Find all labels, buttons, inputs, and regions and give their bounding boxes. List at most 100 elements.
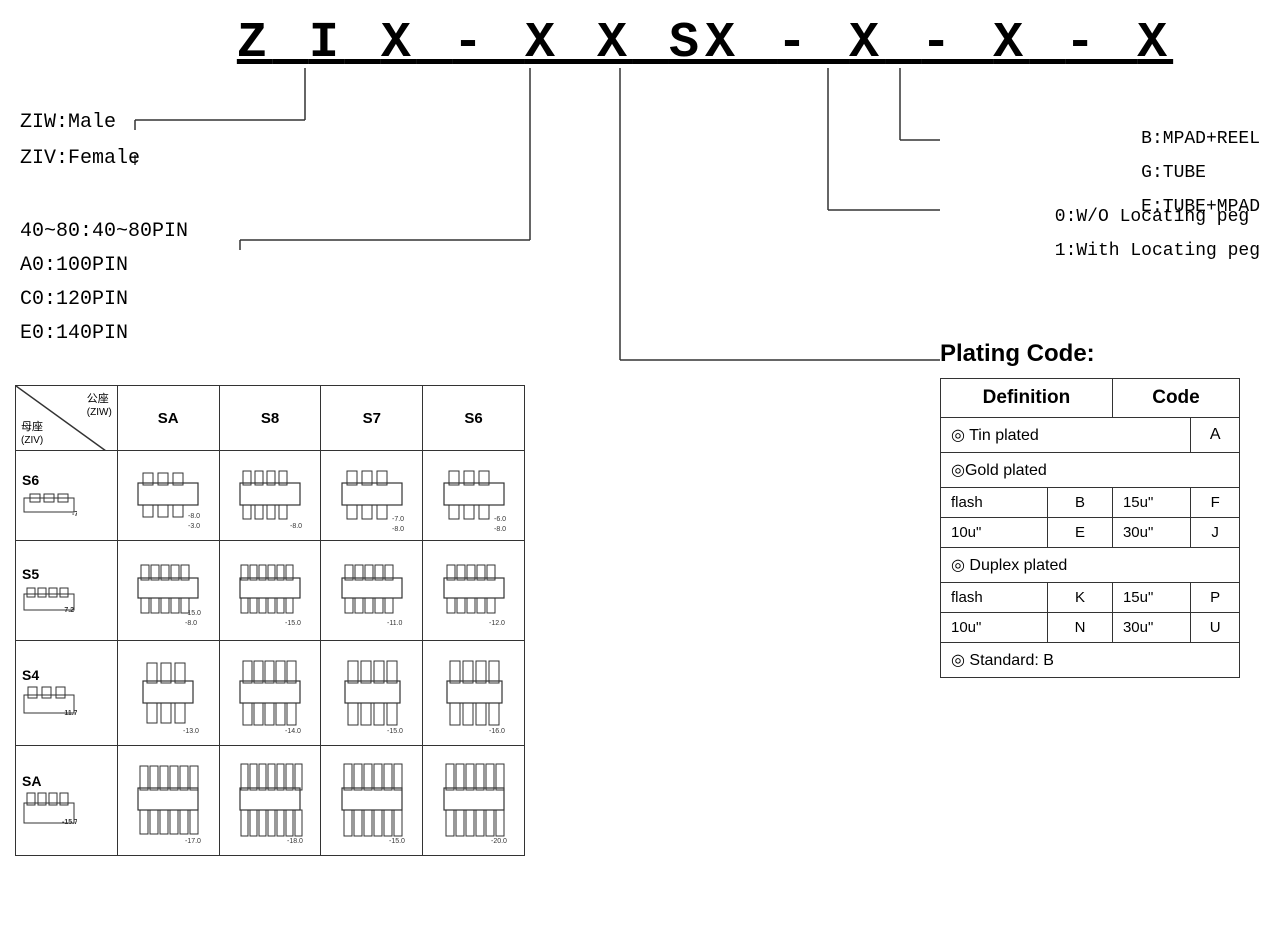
- gold-15u-label: 15u": [1112, 488, 1190, 518]
- gold-10u-label: 10u": [941, 518, 1048, 548]
- pin-a0: A0:100PIN: [20, 249, 188, 283]
- gold-flash-label: flash: [941, 488, 1048, 518]
- svg-text:-8.0: -8.0: [494, 526, 506, 533]
- connector-matrix-table: 公座(ZIW) 母座(ZIV) SA S8 S7 S6 S6: [15, 385, 525, 856]
- matrix-section: 公座(ZIW) 母座(ZIV) SA S8 S7 S6 S6: [15, 385, 545, 856]
- svg-text:-12.0: -12.0: [489, 620, 505, 627]
- svg-text:-15.7: -15.7: [62, 819, 77, 826]
- tin-plated-code: A: [1191, 418, 1240, 453]
- row-s5: S5 -7.2: [16, 541, 525, 641]
- cell-s8-s6: -8.0: [219, 451, 321, 541]
- cell-s7-s6: -7.0 -8.0: [321, 451, 423, 541]
- duplex-10u-row: 10u" N 30u" U: [941, 613, 1240, 643]
- cell-sa-s4: -13.0: [117, 641, 219, 746]
- duplex-30u-code: U: [1191, 613, 1240, 643]
- row-sa-header: SA -15.7: [16, 746, 118, 856]
- conn-sa-sa: -17.0: [133, 748, 203, 848]
- conn-s7-s4: -15.0: [337, 643, 407, 738]
- col-s7: S7: [321, 386, 423, 451]
- svg-text:-7: -7: [72, 511, 77, 518]
- duplex-flash-code: K: [1048, 583, 1113, 613]
- svg-text:-11.7: -11.7: [62, 710, 77, 717]
- code-x2: X: [849, 15, 885, 72]
- code-xx: X X: [525, 15, 633, 72]
- row-sa-icon: -15.7: [22, 791, 77, 826]
- gold-30u-label: 30u": [1112, 518, 1190, 548]
- conn-sa-s6: -3.0 -8.0: [133, 453, 203, 533]
- conn-sa-s5: -8.0 -15.0: [133, 543, 203, 633]
- plating-header-def: Definition: [941, 379, 1113, 418]
- svg-text:-15.0: -15.0: [185, 610, 201, 617]
- svg-text:-17.0: -17.0: [185, 838, 201, 845]
- col-s8: S8: [219, 386, 321, 451]
- gold-10u-code: E: [1048, 518, 1113, 548]
- gold-30u-code: J: [1191, 518, 1240, 548]
- standard-row: ◎ Standard: B: [941, 643, 1240, 678]
- plating-header-code: Code: [1112, 379, 1239, 418]
- svg-text:-11.0: -11.0: [387, 620, 403, 627]
- duplex-flash-row: flash K 15u" P: [941, 583, 1240, 613]
- svg-text:-8.0: -8.0: [188, 513, 200, 520]
- svg-text:-3.0: -3.0: [188, 523, 200, 530]
- conn-s8-s4: -14.0: [235, 643, 305, 738]
- code-x4: X: [1137, 15, 1173, 72]
- row-s4: S4 -11.7: [16, 641, 525, 746]
- svg-text:-7.2: -7.2: [62, 607, 74, 614]
- gold-flash-code: B: [1048, 488, 1113, 518]
- row-s6: S6 -7: [16, 451, 525, 541]
- loc-1: 1:With Locating peg: [1055, 234, 1260, 268]
- type-labels: ZIW:Male ZIV:Female: [20, 105, 140, 177]
- plating-title: Plating Code:: [940, 340, 1260, 368]
- svg-text:-15.0: -15.0: [387, 728, 403, 735]
- row-s6-header: S6 -7: [16, 451, 118, 541]
- svg-text:-13.0: -13.0: [183, 728, 199, 735]
- duplex-plated-header-row: ◎ Duplex plated: [941, 548, 1240, 583]
- conn-s6-s6: -6.0 -8.0: [439, 453, 509, 533]
- pin-c0: C0:120PIN: [20, 283, 188, 317]
- cell-sa-sa: -17.0: [117, 746, 219, 856]
- svg-text:-7.0: -7.0: [392, 516, 404, 523]
- code-dash3: -: [921, 15, 993, 72]
- duplex-flash-label: flash: [941, 583, 1048, 613]
- corner-top-text: 公座(ZIW): [87, 390, 112, 418]
- svg-text:-14.0: -14.0: [285, 728, 301, 735]
- conn-s7-sa: -15.0: [337, 748, 407, 848]
- svg-text:-15.0: -15.0: [389, 838, 405, 845]
- row-sa: SA -15.7: [16, 746, 525, 856]
- duplex-15u-label: 15u": [1112, 583, 1190, 613]
- pin-e0: E0:140PIN: [20, 317, 188, 351]
- svg-text:-15.0: -15.0: [285, 620, 301, 627]
- cell-s7-sa: -15.0: [321, 746, 423, 856]
- loc-0: 0:W/O Locating peg: [1055, 200, 1260, 234]
- duplex-10u-label: 10u": [941, 613, 1048, 643]
- locating-labels: 0:W/O Locating peg 1:With Locating peg: [1055, 200, 1260, 268]
- cell-s8-s5: -15.0: [219, 541, 321, 641]
- svg-text:-6.0: -6.0: [494, 516, 506, 523]
- duplex-30u-label: 30u": [1112, 613, 1190, 643]
- row-s5-icon: -7.2: [22, 584, 77, 614]
- tin-plated-cell: ◎ Tin plated: [941, 418, 1191, 453]
- conn-s6-sa: -20.0: [439, 748, 509, 848]
- svg-text:-18.0: -18.0: [287, 838, 303, 845]
- pin-labels: 40~80:40~80PIN A0:100PIN C0:120PIN E0:14…: [20, 215, 188, 351]
- conn-s6-s4: -16.0: [439, 643, 509, 738]
- duplex-10u-code: N: [1048, 613, 1113, 643]
- conn-s6-s5: -12.0: [439, 543, 509, 633]
- ziv-label: ZIV:Female: [20, 141, 140, 177]
- conn-s7-s6: -7.0 -8.0: [337, 453, 407, 533]
- code-dash4: -: [1065, 15, 1137, 72]
- cell-s7-s4: -15.0: [321, 641, 423, 746]
- ziw-label: ZIW:Male: [20, 105, 140, 141]
- standard-cell: ◎ Standard: B: [941, 643, 1240, 678]
- cell-s6-s4: -16.0: [423, 641, 525, 746]
- duplex-15u-code: P: [1191, 583, 1240, 613]
- gold-10u-row: 10u" E 30u" J: [941, 518, 1240, 548]
- corner-bottom-text: 母座(ZIV): [21, 418, 43, 446]
- cell-s8-sa: -18.0: [219, 746, 321, 856]
- plating-table: Definition Code ◎ Tin plated A ◎Gold pla…: [940, 378, 1240, 678]
- col-sa: SA: [117, 386, 219, 451]
- gold-flash-row: flash B 15u" F: [941, 488, 1240, 518]
- code-i: I: [309, 15, 345, 72]
- pkg-g: G:TUBE: [1141, 156, 1260, 190]
- conn-s8-s6: -8.0: [235, 453, 305, 533]
